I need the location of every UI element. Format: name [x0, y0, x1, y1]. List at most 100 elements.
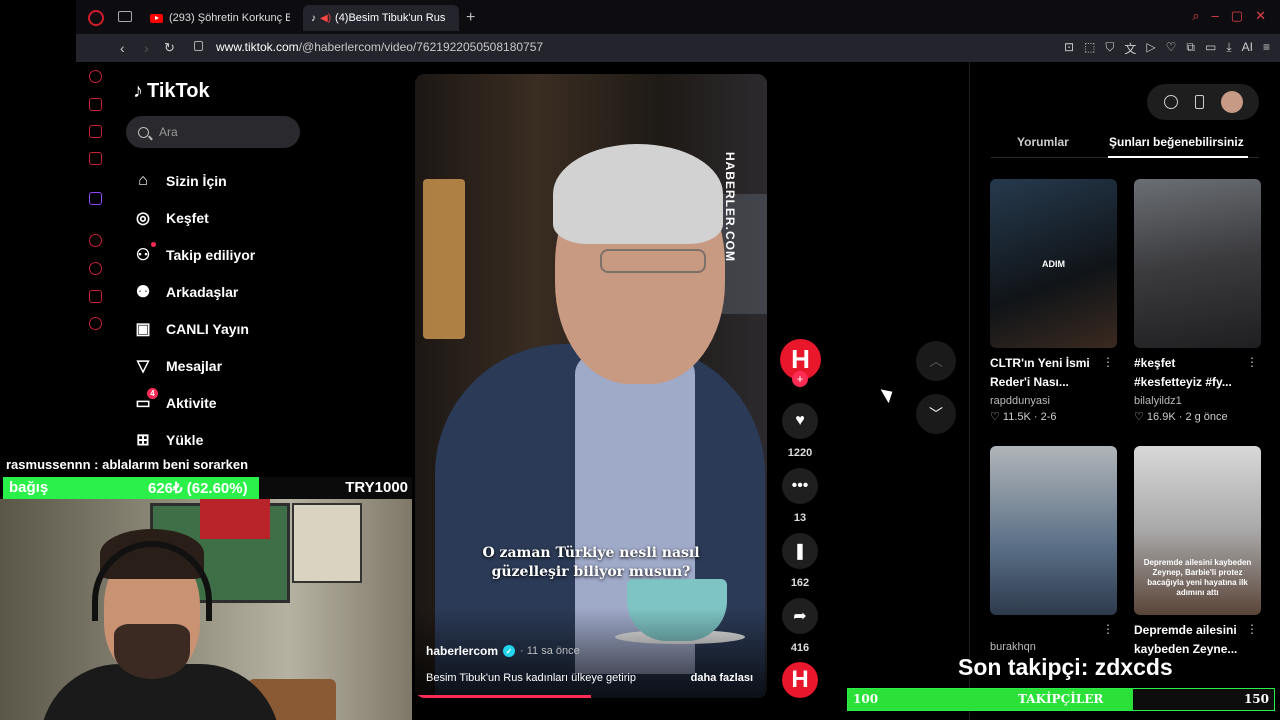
- suggested-video-card[interactable]: #keşfet #kesfetteyiz #fy... bilalyildz1 …: [1134, 179, 1261, 423]
- bag-icon[interactable]: [89, 98, 102, 111]
- device-icon[interactable]: [1194, 95, 1204, 109]
- download-icon[interactable]: ⤓: [1226, 40, 1231, 57]
- music-disc-avatar[interactable]: H: [782, 662, 818, 698]
- card-title[interactable]: #keşfet #kesfetteyiz #fy...: [1134, 354, 1244, 392]
- like-action[interactable]: ♥ 1220: [782, 403, 818, 459]
- donation-goal-bar: bağış 626₺ (62.60%) TRY1000: [3, 477, 412, 499]
- video-thumbnail[interactable]: [1134, 179, 1261, 348]
- nav-label: Takip ediliyor: [166, 246, 256, 263]
- suggested-video-card[interactable]: Depremde ailesini kaybeden Zeynep, Barbi…: [1134, 446, 1261, 659]
- share-icon[interactable]: ➦: [782, 598, 818, 634]
- verified-icon: ✓: [503, 645, 516, 657]
- tab-overview-icon[interactable]: [118, 11, 132, 22]
- close-button[interactable]: ✕: [1255, 8, 1266, 24]
- share-action[interactable]: ➦ 416: [782, 598, 818, 654]
- ai-icon[interactable]: AI: [1242, 40, 1253, 57]
- send-icon[interactable]: ▷: [1146, 40, 1155, 57]
- suggested-video-card[interactable]: ADIM CLTR'ın Yeni İsmi Reder'i Nası... r…: [990, 179, 1117, 423]
- nav-item-sizin-icin[interactable]: ⌂ Sizin İçin: [133, 162, 255, 199]
- card-user[interactable]: burakhqn: [990, 641, 1117, 653]
- card-title[interactable]: CLTR'ın Yeni İsmi Reder'i Nası...: [990, 354, 1100, 392]
- video-progress-bar[interactable]: [415, 695, 591, 698]
- video-author[interactable]: haberlercom ✓ · 11 sa önce: [426, 644, 580, 658]
- menu-icon[interactable]: ≡: [1263, 40, 1270, 57]
- tab-title: (293) Şöhretin Korkunç Be: [169, 12, 290, 24]
- heart-icon[interactable]: ♡: [1166, 40, 1177, 57]
- video-toolbox: [1147, 84, 1259, 120]
- nav-label: Sizin İçin: [166, 172, 227, 189]
- nav-item-aktivite[interactable]: ▭ 4 Aktivite: [133, 384, 255, 421]
- nav-item-takip-ediliyor[interactable]: ⚇ Takip ediliyor: [133, 236, 255, 273]
- snapshot-icon[interactable]: ⬚: [1084, 40, 1095, 57]
- video-player[interactable]: HABERLER.COM O zaman Türkiye nesli nasıl…: [415, 74, 767, 698]
- post-time: · 11 sa önce: [520, 645, 580, 657]
- card-user[interactable]: bilalyildz1: [1134, 395, 1261, 407]
- nav-item-mesajlar[interactable]: ▽ Mesajlar: [133, 347, 255, 384]
- opera-logo-icon[interactable]: [88, 10, 104, 26]
- history-icon[interactable]: [89, 70, 102, 83]
- bookmark-icon[interactable]: [89, 125, 102, 138]
- minimize-button[interactable]: –: [1212, 8, 1219, 24]
- wallet-icon[interactable]: ▭: [1205, 40, 1216, 57]
- more-button[interactable]: daha fazlası: [691, 672, 753, 684]
- twitch-icon[interactable]: [89, 192, 102, 205]
- search-input[interactable]: [159, 125, 279, 139]
- compass-icon[interactable]: [1163, 95, 1178, 109]
- shield-icon[interactable]: ⛉: [1105, 40, 1114, 57]
- card-age: 2-6: [1040, 411, 1057, 423]
- translate-icon[interactable]: 文: [1124, 40, 1136, 57]
- new-tab-button[interactable]: +: [466, 9, 475, 27]
- comment-icon[interactable]: •••: [782, 468, 818, 504]
- heart-icon[interactable]: ♥: [782, 403, 818, 439]
- maximize-button[interactable]: ▢: [1231, 8, 1243, 24]
- extension-icon[interactable]: [89, 290, 102, 303]
- tab-youtube[interactable]: (293) Şöhretin Korkunç Be: [142, 5, 298, 31]
- nav-item-kesfet[interactable]: ◎ Keşfet: [133, 199, 255, 236]
- speaker-icon[interactable]: ◀): [320, 13, 331, 24]
- reload-button[interactable]: ↻: [164, 40, 175, 56]
- bookmark-icon[interactable]: ❚: [782, 533, 818, 569]
- search-box[interactable]: [126, 116, 300, 148]
- tiktok-logo[interactable]: ♪ TikTok: [133, 80, 210, 103]
- search-icon[interactable]: ⌕: [1192, 8, 1199, 24]
- author-name[interactable]: haberlercom: [426, 644, 498, 658]
- more-options-icon[interactable]: ⋮: [1246, 622, 1258, 636]
- pin-icon[interactable]: ⊡: [1064, 40, 1074, 57]
- nav-item-arkadaslar[interactable]: ⚉ Arkadaşlar: [133, 273, 255, 310]
- video-thumbnail[interactable]: [990, 446, 1117, 615]
- friends-icon: ⚉: [135, 283, 151, 301]
- player-icon[interactable]: [89, 234, 102, 247]
- tab-tiktok[interactable]: ♪ ◀) (4)Besim Tibuk'un Rus: [303, 5, 459, 31]
- nav-item-yukle[interactable]: ⊞ Yükle: [133, 421, 255, 458]
- video-thumbnail[interactable]: ADIM: [990, 179, 1117, 348]
- previous-video-button[interactable]: ︿: [916, 341, 956, 381]
- nav-item-canli-yayin[interactable]: ▣ CANLI Yayın: [133, 310, 255, 347]
- settings-icon[interactable]: [89, 317, 102, 330]
- nav-label: Yükle: [166, 431, 204, 448]
- more-options-icon[interactable]: ⋮: [1102, 622, 1114, 636]
- tab-suggested[interactable]: Şunları beğenebilirsiniz: [1109, 135, 1244, 149]
- suggested-video-card[interactable]: burakhqn ⋮: [990, 446, 1117, 653]
- tab-comments[interactable]: Yorumlar: [1017, 135, 1069, 149]
- profile-avatar[interactable]: [1220, 91, 1243, 113]
- more-options-icon[interactable]: ⋮: [1102, 355, 1114, 369]
- clock-icon[interactable]: [89, 262, 102, 275]
- tiktok-wordmark: TikTok: [147, 80, 210, 102]
- save-action[interactable]: ❚ 162: [782, 533, 818, 589]
- webcam-person-beard: [114, 624, 190, 679]
- search-icon: [138, 126, 149, 138]
- chat-text: : ablalarım beni sorarken: [94, 457, 249, 472]
- video-thumbnail[interactable]: Depremde ailesini kaybeden Zeynep, Barbi…: [1134, 446, 1261, 615]
- donation-label: bağış: [9, 479, 49, 496]
- back-button[interactable]: ‹: [120, 40, 125, 56]
- next-video-button[interactable]: ﹀: [916, 394, 956, 434]
- card-user[interactable]: rapddunyasi: [990, 395, 1117, 407]
- comment-action[interactable]: ••• 13: [782, 468, 818, 524]
- forward-button[interactable]: ›: [144, 40, 149, 56]
- nav-label: Arkadaşlar: [166, 283, 239, 300]
- more-options-icon[interactable]: ⋮: [1246, 355, 1258, 369]
- url-field[interactable]: www.tiktok.com/@haberlercom/video/762192…: [216, 40, 543, 54]
- extensions-icon[interactable]: ⧉: [1186, 40, 1195, 57]
- messenger-icon[interactable]: [89, 152, 102, 165]
- follow-plus-button[interactable]: +: [792, 371, 808, 387]
